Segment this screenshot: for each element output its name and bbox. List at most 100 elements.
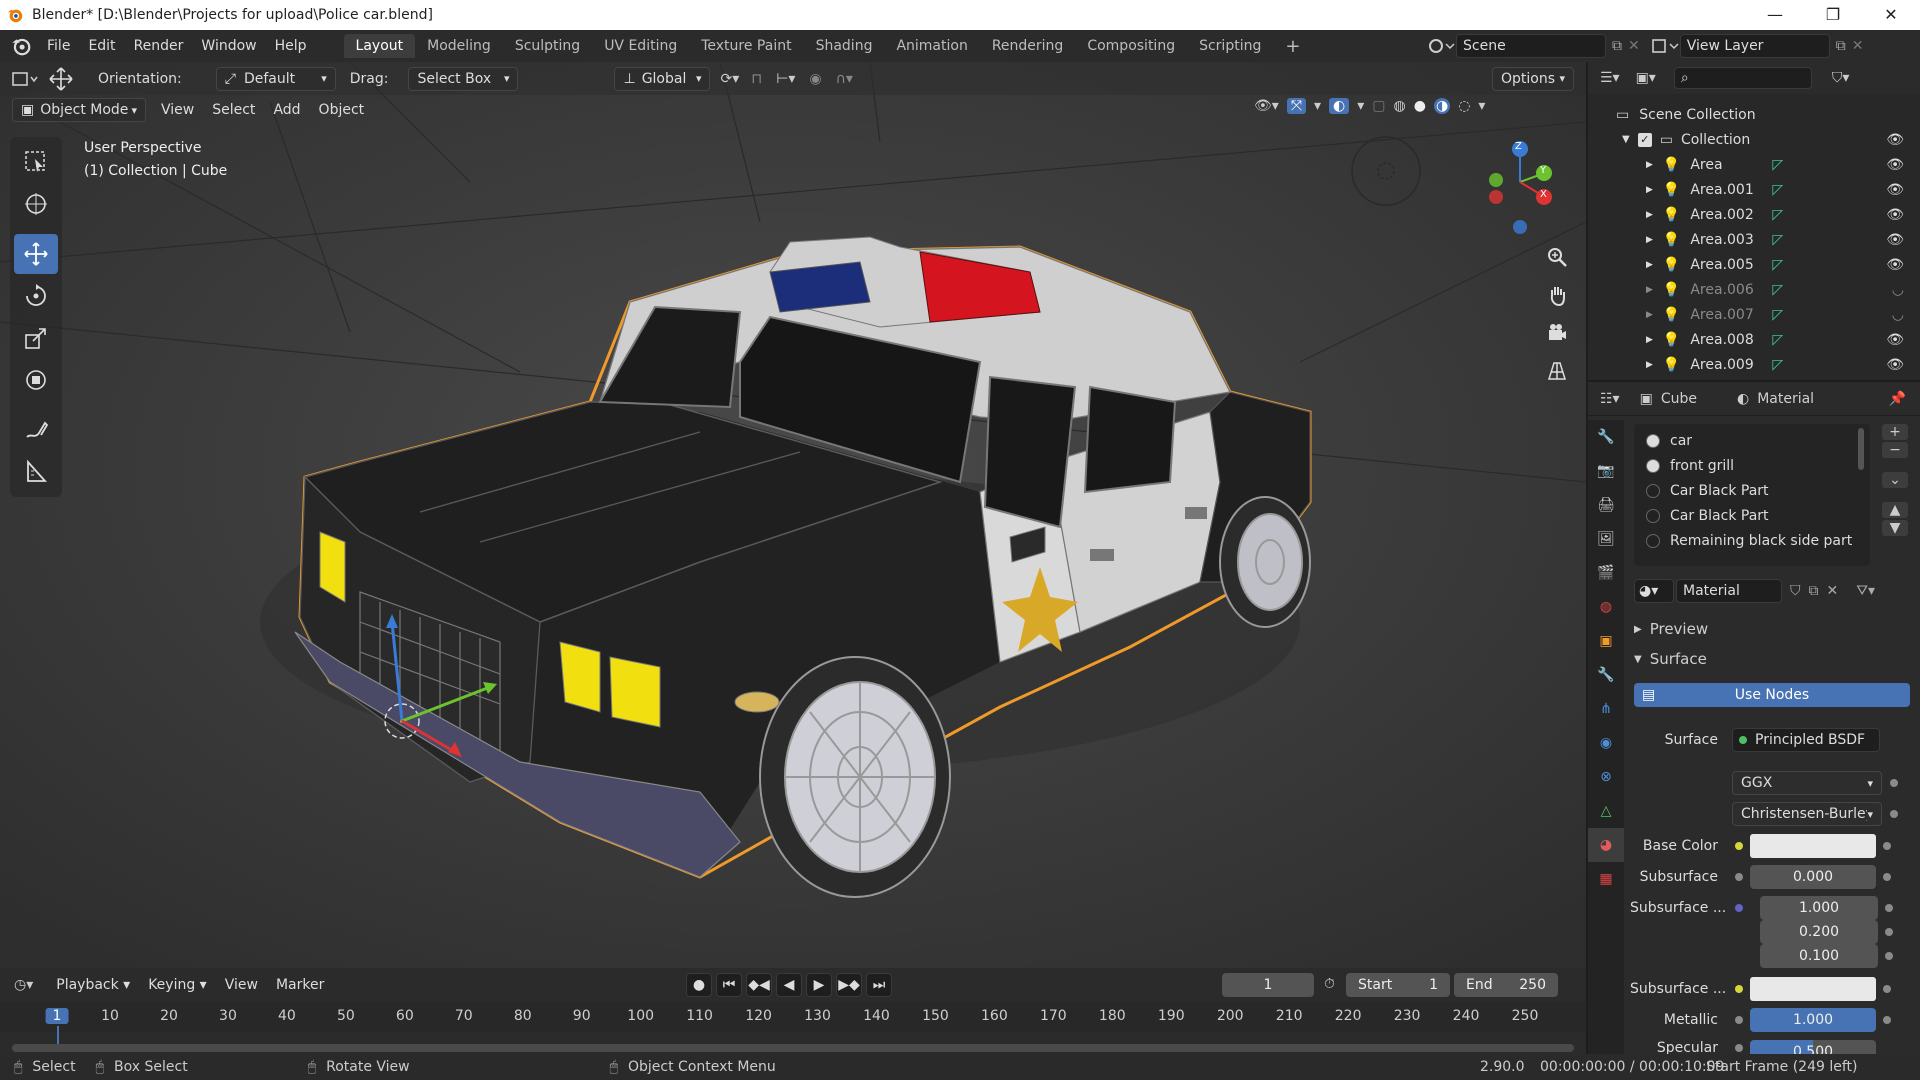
play-reverse-button[interactable]: ◀ [776,973,802,997]
outliner-item[interactable]: ▶ 💡 Area.002 ◸ 👁 [1588,202,1920,227]
tab-uv-editing[interactable]: UV Editing [592,34,689,58]
object-tab-icon[interactable]: ▣ [1588,624,1624,658]
visibility-filter-icon[interactable]: 👁▾ [1254,98,1279,114]
subsurface-method-dropdown[interactable]: Christensen-Burley ▾ [1732,802,1882,826]
light-data-icon[interactable]: ◸ [1772,332,1783,348]
render-tab-icon[interactable]: 📷 [1588,454,1624,488]
restore-button[interactable]: ❐ [1804,0,1862,30]
pin-icon[interactable]: 📌 [1889,391,1906,407]
tab-sculpting[interactable]: Sculpting [503,34,592,58]
annotate-tool[interactable] [14,410,58,450]
display-mode-icon[interactable]: ▣▾ [1636,70,1656,86]
scene-name-field[interactable]: Scene [1456,34,1606,58]
select-box-tool[interactable] [14,142,58,182]
constraints-tab-icon[interactable]: ⊗ [1588,760,1624,794]
outliner-editor-type-icon[interactable]: ☰▾ [1600,70,1620,86]
viewport-menu-add[interactable]: Add [264,102,309,118]
outliner-scene-collection[interactable]: ▭ Scene Collection [1588,102,1920,127]
outliner-item[interactable]: ▶ 💡 Area.008 ◸ 👁 [1588,327,1920,352]
police-car-model[interactable] [0,62,1586,968]
record-button[interactable]: ● [686,973,712,997]
chevron-down-icon[interactable]: ▾ [1478,98,1485,114]
tab-scripting[interactable]: Scripting [1187,34,1273,58]
expand-arrow-icon[interactable]: ▶ [1646,310,1653,320]
stopwatch-icon[interactable]: ⏱ [1324,976,1335,992]
fake-user-icon[interactable]: ⛉ [1790,583,1801,599]
timeline-menu-playback[interactable]: Playback ▾ [47,977,139,993]
scene-selector-icon[interactable] [1426,36,1456,56]
proportional-edit-icon[interactable]: ◉ [809,71,821,87]
light-data-icon[interactable]: ◸ [1772,357,1783,373]
menu-file[interactable]: File [38,38,79,54]
viewport-menu-view[interactable]: View [152,102,203,118]
outliner-item[interactable]: ▶ 💡 Area.006 ◸ ◡ [1588,277,1920,302]
jump-end-button[interactable]: ⏭ [866,973,892,997]
close-button[interactable]: ✕ [1862,0,1920,30]
light-data-icon[interactable]: ◸ [1772,257,1783,273]
use-nodes-button[interactable]: ▤ Use Nodes [1634,683,1910,707]
surface-panel-header[interactable]: ▼ Surface [1634,646,1914,672]
orientation-dropdown[interactable]: ⤢ Default ▾ [215,66,336,91]
outliner-item[interactable]: ▶ 💡 Area.003 ◸ 👁 [1588,227,1920,252]
properties-editor-type-icon[interactable]: ☷▾ [1600,391,1620,407]
move-slot-down-button[interactable]: ▼ [1882,520,1908,536]
jump-keyframe-back-button[interactable]: ◆◀ [746,973,772,997]
checkbox-icon[interactable]: ✓ [1637,132,1652,147]
expand-arrow-icon[interactable]: ▶ [1646,185,1653,195]
timeline-editor-type-icon[interactable]: ◷▾ [14,977,33,993]
light-data-icon[interactable]: ◸ [1772,207,1783,223]
material-preview-shading-icon[interactable]: ◑ [1433,98,1451,114]
remove-slot-button[interactable]: − [1882,442,1908,458]
world-tab-icon[interactable]: ◍ [1588,590,1624,624]
menu-render[interactable]: Render [125,38,193,54]
playhead-line[interactable] [57,1026,59,1046]
base-color-swatch[interactable] [1750,834,1876,858]
outliner-search-input[interactable]: ⌕ [1673,67,1812,89]
slot-specials-button[interactable]: ⌄ [1882,472,1908,488]
tab-animation[interactable]: Animation [884,34,979,58]
pan-hand-icon[interactable] [1540,278,1574,312]
minimize-button[interactable]: — [1746,0,1804,30]
subsurface-radius-z-field[interactable]: 0.100 [1760,944,1878,968]
rendered-shading-icon[interactable]: ◌ [1458,98,1470,114]
light-data-icon[interactable]: ◸ [1772,307,1783,323]
subsurface-radius-x-field[interactable]: 1.000 [1760,896,1878,920]
scene-tab-icon[interactable]: 🎬 [1588,556,1624,590]
add-workspace-button[interactable]: + [1273,32,1312,61]
jump-keyframe-forward-button[interactable]: ▶◆ [836,973,862,997]
move-slot-up-button[interactable]: ▲ [1882,502,1908,518]
eye-icon[interactable]: 👁 [1886,357,1904,373]
cursor-tool[interactable] [14,184,58,224]
slots-scrollbar[interactable] [1858,428,1864,470]
view-layer-tab-icon[interactable]: 🖼 [1588,522,1624,556]
eye-icon[interactable]: 👁 [1886,207,1904,223]
chevron-down-icon[interactable]: ▾ [1314,98,1321,114]
perspective-toggle-icon[interactable] [1540,354,1574,388]
zoom-icon[interactable] [1540,240,1574,274]
3d-viewport[interactable] [0,62,1586,968]
physics-tab-icon[interactable]: ◉ [1588,726,1624,760]
tab-modeling[interactable]: Modeling [415,34,503,58]
jump-start-button[interactable]: ⏮ [716,973,742,997]
subsurface-value-field[interactable]: 0.000 [1750,865,1876,889]
delete-scene-icon[interactable]: ✕ [1628,38,1640,54]
move-tool[interactable] [14,234,58,274]
browse-material-button[interactable]: ◕▾ [1634,579,1674,603]
solid-shading-icon[interactable]: ● [1414,98,1426,114]
mode-dropdown[interactable]: ▣ Object Mode ▾ [12,98,146,122]
tab-shading[interactable]: Shading [804,34,885,58]
editor-type-icon[interactable] [10,69,40,89]
snap-target-icon[interactable]: ⊢▾ [776,71,795,87]
timeline-menu-marker[interactable]: Marker [267,977,333,993]
menu-edit[interactable]: Edit [79,38,124,54]
falloff-icon[interactable]: ∩▾ [836,71,853,87]
expand-arrow-icon[interactable]: ▶ [1646,210,1653,220]
filter-icon[interactable]: ⛉▾ [1832,70,1850,86]
material-tab-icon[interactable]: ◕ [1588,828,1624,862]
timeline-menu-view[interactable]: View [216,977,267,993]
material-slot[interactable]: front grill [1634,453,1870,478]
eye-icon[interactable]: 👁 [1886,157,1904,173]
blender-menu-icon[interactable] [10,35,32,57]
camera-view-icon[interactable] [1540,316,1574,350]
expand-arrow-icon[interactable]: ▶ [1646,160,1653,170]
